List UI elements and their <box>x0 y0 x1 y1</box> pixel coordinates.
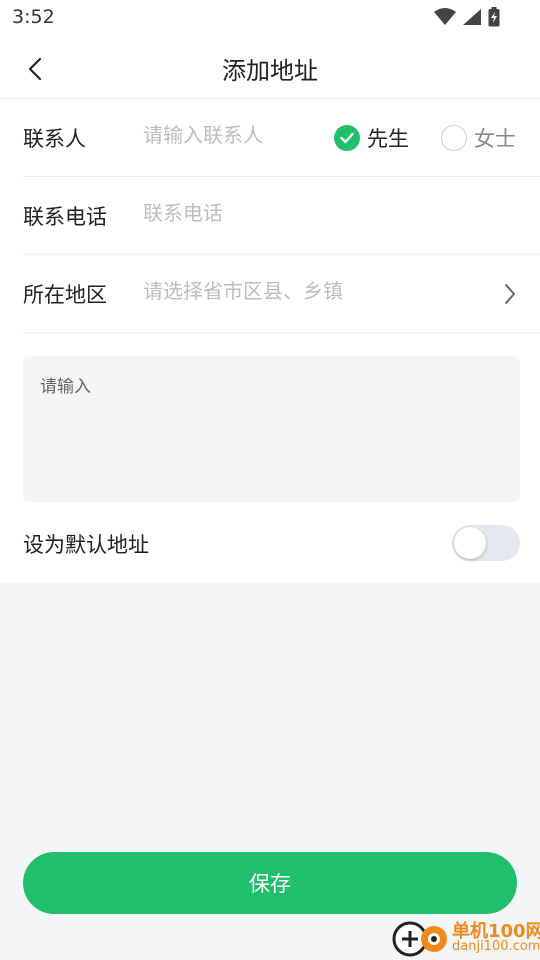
watermark-logo-icon <box>392 921 447 957</box>
watermark: 单机100网 danji100.com <box>390 915 540 960</box>
gender-option-mr[interactable]: 先生 <box>334 123 409 153</box>
save-button[interactable]: 保存 <box>23 852 517 914</box>
divider <box>23 332 540 333</box>
detail-address-placeholder: 请输入 <box>40 377 91 397</box>
region-label: 所在地区 <box>23 283 107 307</box>
check-circle-icon <box>334 125 360 151</box>
phone-label: 联系电话 <box>23 205 107 229</box>
chevron-right-icon <box>500 281 520 307</box>
default-address-toggle[interactable] <box>452 525 520 561</box>
wifi-icon <box>434 8 456 30</box>
battery-charging-icon <box>488 7 500 31</box>
toggle-knob <box>454 527 486 559</box>
signal-icon <box>462 8 482 30</box>
phone-input[interactable]: 联系电话 <box>143 197 223 226</box>
app-header: 添加地址 <box>0 36 540 99</box>
contact-row: 联系人 请输入联系人 先生 女士 <box>0 99 540 177</box>
radio-empty-icon <box>441 125 467 151</box>
gender-option-ms[interactable]: 女士 <box>441 123 516 153</box>
gender-option-mr-label: 先生 <box>367 127 409 151</box>
detail-address-textarea[interactable]: 请输入 <box>23 356 520 502</box>
status-icons <box>434 7 500 31</box>
status-bar: 3:52 <box>0 0 540 36</box>
default-address-row: 设为默认地址 <box>0 519 540 565</box>
watermark-subtext: danji100.com <box>452 939 540 954</box>
page-title: 添加地址 <box>222 57 318 85</box>
status-time: 3:52 <box>12 6 55 28</box>
default-address-label: 设为默认地址 <box>23 533 149 557</box>
address-form: 联系人 请输入联系人 先生 女士 联系电话 联系电话 所在地区 请选择省市区县、… <box>0 99 540 583</box>
gender-option-ms-label: 女士 <box>474 127 516 151</box>
region-select[interactable]: 请选择省市区县、乡镇 <box>143 275 343 304</box>
contact-input[interactable]: 请输入联系人 <box>143 119 263 148</box>
region-row[interactable]: 所在地区 请选择省市区县、乡镇 <box>0 255 540 333</box>
contact-label: 联系人 <box>23 127 86 151</box>
phone-row: 联系电话 联系电话 <box>0 177 540 255</box>
